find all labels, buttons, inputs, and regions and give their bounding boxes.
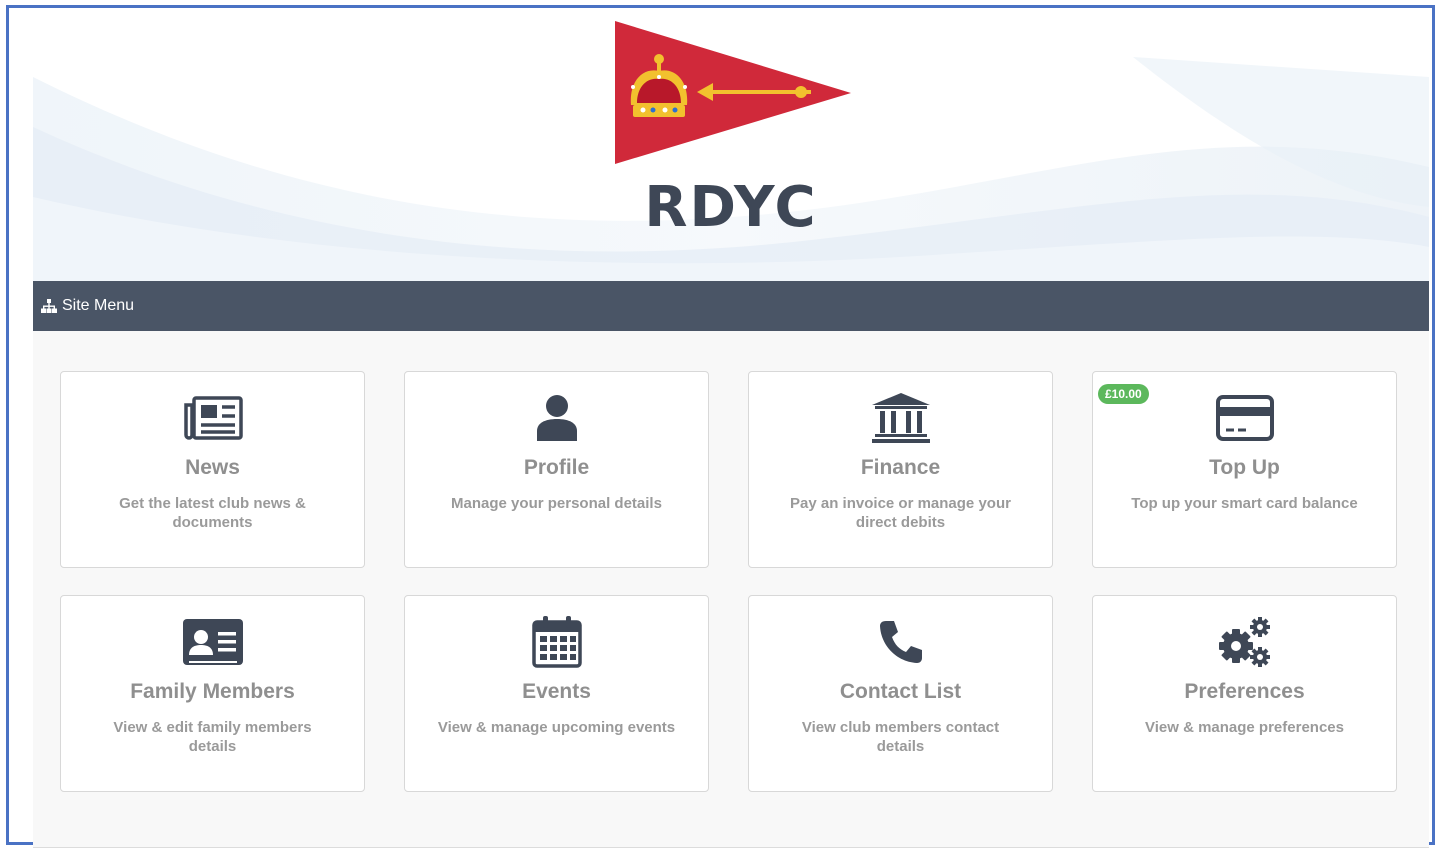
card-title: Finance [860, 456, 941, 479]
credit-card-icon [1093, 392, 1396, 444]
card-title: Events [522, 680, 591, 703]
card-description: View & manage upcoming events [437, 719, 676, 736]
dashboard-grid: News Get the latest club news & document… [33, 331, 1429, 848]
events-card[interactable]: Events View & manage upcoming events [404, 595, 709, 792]
sitemap-icon [41, 299, 57, 313]
card-description: Top up your smart card balance [1131, 495, 1358, 512]
card-title: News [185, 456, 240, 479]
card-title: Top Up [1209, 456, 1280, 479]
card-description: Get the latest club news & documents [119, 495, 306, 531]
browser-frame: RDYC Site Menu News Get the latest club … [6, 5, 1435, 848]
family-members-card[interactable]: Family Members View & edit family member… [60, 595, 365, 792]
club-burgee-logo [615, 21, 851, 164]
news-card[interactable]: News Get the latest club news & document… [60, 371, 365, 568]
finance-card[interactable]: Finance Pay an invoice or manage your di… [748, 371, 1053, 568]
site-menu-label: Site Menu [62, 297, 135, 314]
card-description: View & manage preferences [1145, 719, 1344, 736]
card-title: Contact List [839, 680, 962, 703]
card-description: Manage your personal details [451, 495, 662, 512]
contact-list-card[interactable]: Contact List View club members contact d… [748, 595, 1053, 792]
page: RDYC Site Menu News Get the latest club … [33, 17, 1429, 848]
card-description: View & edit family members details [113, 719, 312, 755]
card-description: View club members contact details [801, 719, 1000, 755]
club-name: RDYC [644, 175, 818, 240]
gears-icon [1093, 616, 1396, 668]
profile-card[interactable]: Profile Manage your personal details [404, 371, 709, 568]
id-card-icon [61, 616, 364, 668]
card-title: Profile [523, 456, 590, 479]
site-header: RDYC [33, 17, 1429, 281]
preferences-card[interactable]: Preferences View & manage preferences [1092, 595, 1397, 792]
newspaper-icon [61, 392, 364, 444]
bank-icon [749, 392, 1052, 444]
site-menu-bar[interactable]: Site Menu [33, 281, 1429, 331]
phone-icon [749, 616, 1052, 668]
top-up-card[interactable]: £10.00 Top Up Top up your smart card bal… [1092, 371, 1397, 568]
card-title: Family Members [130, 680, 295, 703]
card-title: Preferences [1184, 680, 1305, 703]
calendar-icon [405, 616, 708, 668]
user-icon [405, 392, 708, 444]
card-description: Pay an invoice or manage your direct deb… [790, 495, 1011, 531]
